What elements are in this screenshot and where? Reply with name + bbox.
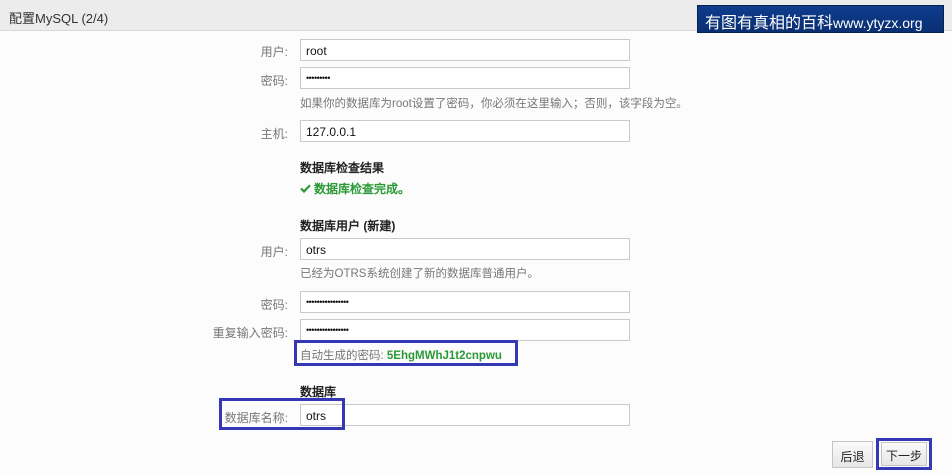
generated-password-value: 5EhgMWhJ1t2cnpwu [386,350,502,362]
db-password-input[interactable]: •••••••••••••••• [300,291,630,313]
page-title: 配置MySQL (2/4) [9,11,109,26]
generated-password: 自动生成的密码: 5EhgMWhJ1t2cnpwu [300,347,502,363]
back-button[interactable]: 后退 [832,441,873,468]
db-user-label: 用户: [260,245,288,259]
next-button[interactable]: 下一步 [881,442,927,466]
host-label: 主机: [260,127,288,141]
db-password-repeat-input[interactable]: •••••••••••••••• [300,319,630,341]
db-user-hint: 已经为OTRS系统创建了新的数据库普通用户。 [300,268,539,280]
check-section-title: 数据库检查结果 [300,161,385,175]
db-user-input[interactable]: otrs [300,238,630,260]
admin-password-label: 密码: [260,74,288,88]
database-section-title: 数据库 [300,385,337,399]
host-input[interactable]: 127.0.0.1 [300,120,630,142]
watermark-url: www.ytyzx.org [833,15,923,31]
watermark-text: 有图有真相的百科 [705,15,834,32]
db-password-label: 密码: [260,298,288,312]
check-status: 数据库检查完成。 [300,180,410,197]
admin-user-input[interactable]: root [300,39,630,61]
admin-password-input[interactable]: ••••••••• [300,67,630,89]
db-password-repeat-label: 重复输入密码: [212,326,288,340]
admin-password-hint: 如果你的数据库为root设置了密码，你必须在这里输入；否则，该字段为空。 [300,98,688,110]
db-user-section-title: 数据库用户 (新建) [300,219,396,233]
check-icon [300,182,311,196]
database-name-label: 数据库名称: [224,411,288,425]
admin-user-label: 用户: [260,45,288,59]
check-status-text: 数据库检查完成。 [314,182,411,196]
generated-password-label: 自动生成的密码: [300,350,384,362]
watermark: 有图有真相的百科www.ytyzx.org [697,5,944,33]
database-name-input[interactable]: otrs [300,404,630,426]
